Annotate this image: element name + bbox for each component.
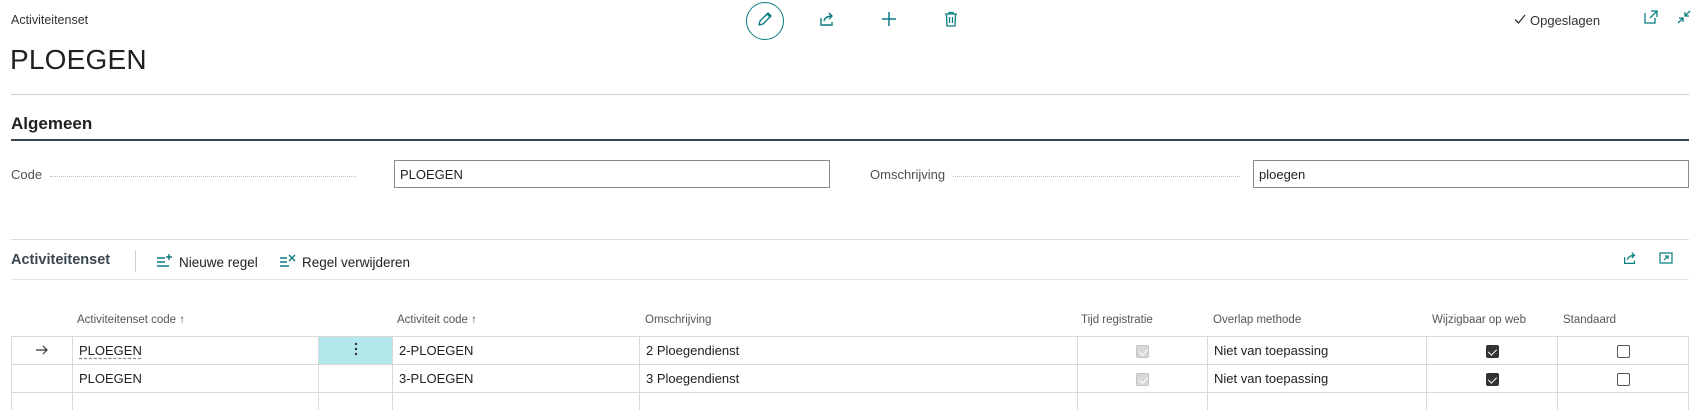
row-selector[interactable] xyxy=(11,336,73,365)
lines-share-button[interactable] xyxy=(1622,250,1638,271)
share-icon xyxy=(818,10,836,33)
section-title-general: Algemeen xyxy=(11,114,93,133)
editable-web-checkbox[interactable] xyxy=(1485,373,1499,387)
default-cell[interactable] xyxy=(1557,364,1689,393)
editable-web-cell[interactable] xyxy=(1426,336,1558,365)
table-row[interactable]: PLOEGEN 2-PLOEGEN 2 Ploegendienst Niet v… xyxy=(11,336,1689,365)
page-caption: Activiteitenset xyxy=(11,13,89,27)
label-leader-dots xyxy=(953,176,1240,177)
description-field[interactable] xyxy=(1253,160,1689,188)
delete-icon xyxy=(942,10,960,33)
new-line-icon xyxy=(156,253,174,272)
lines-table: PLOEGEN 2-PLOEGEN 2 Ploegendienst Niet v… xyxy=(11,336,1689,410)
expand-icon xyxy=(1658,250,1674,271)
lines-toolbar-divider xyxy=(11,279,1689,280)
description-label: Omschrijving xyxy=(870,167,946,182)
save-status-label: Opgeslagen xyxy=(1530,13,1601,28)
column-header-set-code[interactable]: Activiteitenset code ↑ xyxy=(77,314,185,326)
share-icon xyxy=(1622,250,1638,271)
lines-divider xyxy=(11,239,1689,240)
description-cell[interactable]: 3 Ploegendienst xyxy=(639,364,1078,393)
overlap-method-cell[interactable]: Niet van toepassing xyxy=(1207,364,1427,393)
header-divider xyxy=(11,94,1689,95)
label-leader-dots xyxy=(50,176,356,177)
time-registration-cell xyxy=(1077,392,1208,410)
share-button[interactable] xyxy=(808,2,846,40)
column-header-description[interactable]: Omschrijving xyxy=(645,314,711,326)
lines-expand-button[interactable] xyxy=(1658,250,1674,271)
column-header-editable-web[interactable]: Wijzigbaar op web xyxy=(1432,314,1526,326)
page-title: PLOEGEN xyxy=(10,44,147,75)
set-code-cell[interactable]: PLOEGEN xyxy=(72,364,319,393)
column-header-default[interactable]: Standaard xyxy=(1563,314,1616,326)
set-code-link[interactable]: PLOEGEN xyxy=(79,343,142,358)
time-registration-checkbox xyxy=(1136,373,1149,387)
checkmark-icon xyxy=(1513,12,1527,29)
edit-icon xyxy=(756,10,774,33)
default-checkbox[interactable] xyxy=(1616,345,1630,359)
delete-line-label: Regel verwijderen xyxy=(302,255,411,270)
window-actions xyxy=(1643,9,1692,30)
open-new-window-button[interactable] xyxy=(1643,9,1659,30)
column-header-label: Activiteit code xyxy=(397,314,468,326)
edit-button[interactable] xyxy=(746,2,784,40)
lines-title-separator xyxy=(135,250,136,272)
time-registration-checkbox xyxy=(1136,345,1149,359)
new-button[interactable] xyxy=(870,2,908,40)
current-row-arrow-icon xyxy=(35,343,49,358)
lines-actions xyxy=(1622,250,1674,271)
table-row[interactable]: PLOEGEN 3-PLOEGEN 3 Ploegendienst Niet v… xyxy=(11,364,1689,393)
new-line-label: Nieuwe regel xyxy=(179,255,258,270)
time-registration-cell xyxy=(1077,364,1208,393)
code-label: Code xyxy=(11,167,43,182)
sort-ascending-icon: ↑ xyxy=(179,314,186,326)
delete-button[interactable] xyxy=(932,2,970,40)
set-code-cell[interactable]: PLOEGEN xyxy=(72,336,319,365)
collapse-icon xyxy=(1676,9,1692,30)
row-selector[interactable] xyxy=(11,364,73,393)
open-new-window-icon xyxy=(1643,9,1659,30)
default-checkbox[interactable] xyxy=(1616,373,1630,387)
code-label-row: Code xyxy=(11,167,356,182)
empty-table-row[interactable] xyxy=(11,392,1689,410)
column-header-time-registration[interactable]: Tijd registratie xyxy=(1081,314,1153,326)
new-line-button[interactable]: Nieuwe regel xyxy=(156,253,258,272)
editable-web-cell[interactable] xyxy=(1426,392,1558,410)
column-header-activity-code[interactable]: Activiteit code ↑ xyxy=(397,314,477,326)
section-divider xyxy=(11,139,1689,141)
add-icon xyxy=(880,10,898,33)
activity-code-cell[interactable]: 3-PLOEGEN xyxy=(392,364,640,393)
lines-title[interactable]: Activiteitenset xyxy=(11,252,110,268)
activity-code-cell[interactable] xyxy=(392,392,640,410)
save-status: Opgeslagen xyxy=(1513,12,1600,29)
row-actions-cell[interactable] xyxy=(318,364,393,393)
set-code-cell[interactable] xyxy=(72,392,319,410)
collapse-button[interactable] xyxy=(1676,9,1692,30)
time-registration-cell xyxy=(1077,336,1208,365)
description-cell[interactable] xyxy=(639,392,1078,410)
row-actions-cell[interactable] xyxy=(318,392,393,410)
code-field[interactable] xyxy=(394,160,830,188)
editable-web-checkbox[interactable] xyxy=(1485,345,1499,359)
delete-line-button[interactable]: Regel verwijderen xyxy=(279,253,410,272)
column-header-overlap-method[interactable]: Overlap methode xyxy=(1213,314,1301,326)
column-header-label: Activiteitenset code xyxy=(77,314,177,326)
activity-code-cell[interactable]: 2-PLOEGEN xyxy=(392,336,640,365)
row-actions-cell[interactable] xyxy=(318,336,393,365)
row-selector[interactable] xyxy=(11,392,73,410)
delete-line-icon xyxy=(279,253,297,272)
default-cell[interactable] xyxy=(1557,336,1689,365)
overlap-method-cell[interactable]: Niet van toepassing xyxy=(1207,336,1427,365)
overlap-method-cell[interactable] xyxy=(1207,392,1427,410)
description-cell[interactable]: 2 Ploegendienst xyxy=(639,336,1078,365)
sort-ascending-icon: ↑ xyxy=(471,314,477,326)
more-options-icon[interactable] xyxy=(354,342,358,359)
description-label-row: Omschrijving xyxy=(870,167,1240,182)
default-cell[interactable] xyxy=(1557,392,1689,410)
editable-web-cell[interactable] xyxy=(1426,364,1558,393)
